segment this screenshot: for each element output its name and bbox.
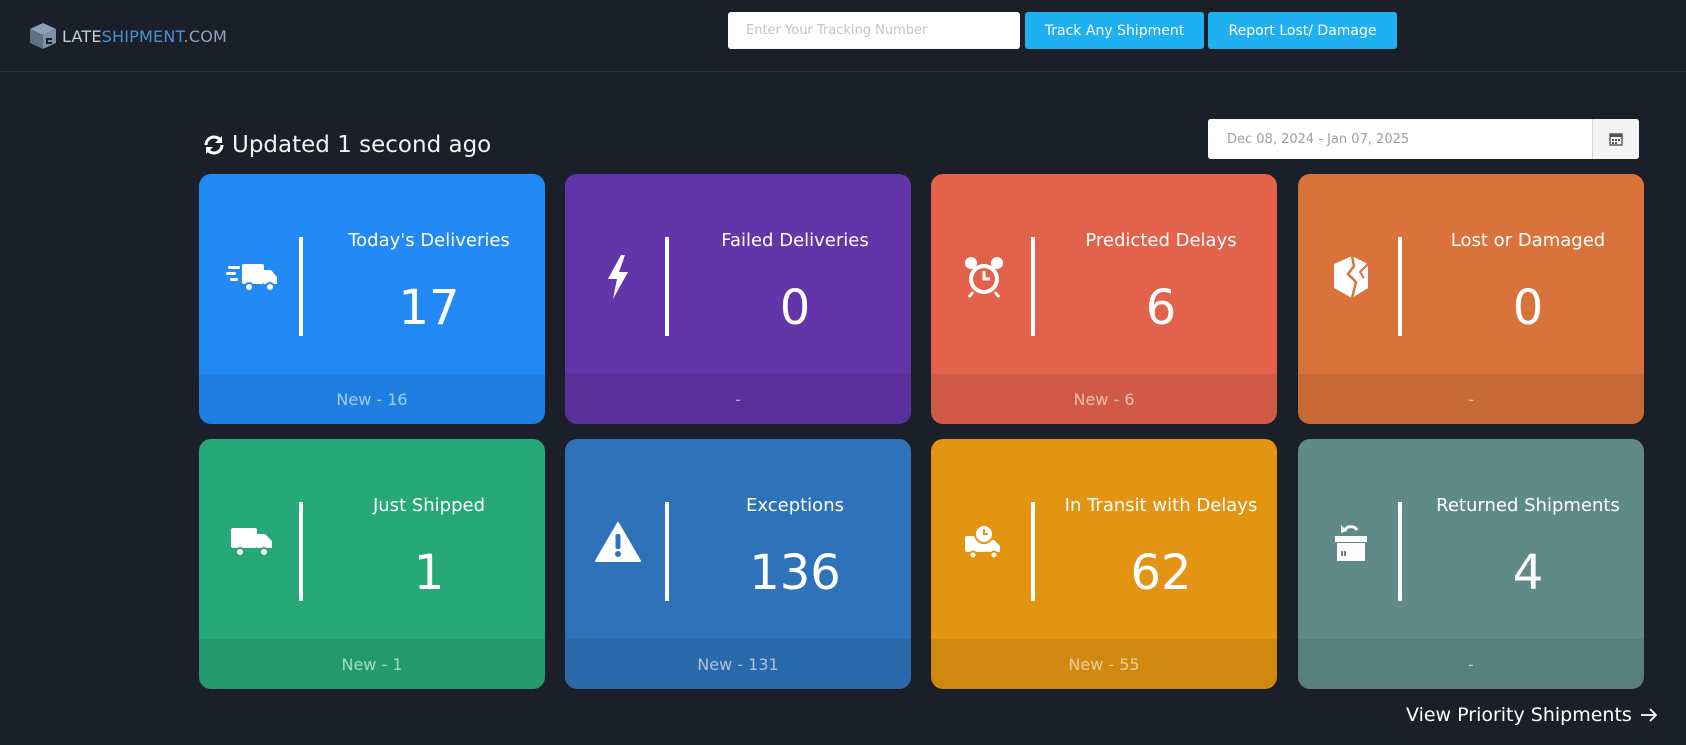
card-in-transit-with-delays[interactable]: In Transit with Delays 62 New - 55 [931,439,1277,689]
alarm-clock-icon [965,257,1003,298]
card-divider [665,502,669,601]
card-footer: - [1298,374,1644,424]
track-shipment-button[interactable]: Track Any Shipment [1025,12,1204,49]
card-footer: - [1298,639,1644,689]
delayed-truck-icon [965,524,1000,560]
date-range-picker[interactable] [1208,119,1639,159]
card-title: Today's Deliveries [348,230,510,251]
fast-truck-icon [226,264,277,292]
tracking-number-input[interactable] [728,12,1020,49]
card-value: 0 [779,280,811,336]
card-failed-deliveries[interactable]: Failed Deliveries 0 - [565,174,911,424]
card-divider [1398,237,1402,336]
card-footer: New - 6 [931,374,1277,424]
return-box-icon [1335,525,1367,561]
report-lost-damage-button[interactable]: Report Lost/ Damage [1208,12,1397,49]
logo-text-late: LATE [62,26,102,46]
calendar-button[interactable] [1592,119,1639,159]
lightning-icon [608,255,628,299]
card-divider [1398,502,1402,601]
updated-text: Updated 1 second ago [232,132,492,158]
view-priority-shipments-link[interactable]: View Priority Shipments [1406,702,1658,728]
card-footer: New - 55 [931,639,1277,689]
card-returned-shipments[interactable]: Returned Shipments 4 - [1298,439,1644,689]
card-value: 0 [1512,280,1544,336]
logo-text: LATESHIPMENT.COM [62,27,227,46]
card-value: 136 [749,545,841,601]
card-value: 17 [398,280,460,336]
card-predicted-delays[interactable]: Predicted Delays 6 New - 6 [931,174,1277,424]
card-value: 1 [413,545,445,601]
card-todays-deliveries[interactable]: Today's Deliveries 17 New - 16 [199,174,545,424]
card-title: Lost or Damaged [1450,230,1606,251]
truck-icon [231,528,272,557]
card-title: Failed Deliveries [721,230,869,251]
card-footer: New - 131 [565,639,911,689]
card-divider [1031,237,1035,336]
card-footer: New - 1 [199,639,545,689]
card-title: Predicted Delays [1085,230,1237,251]
card-footer: - [565,374,911,424]
calendar-icon [1609,133,1623,146]
box-logo-icon [30,23,56,49]
card-lost-or-damaged[interactable]: Lost or Damaged 0 - [1298,174,1644,424]
logo-text-domain: .COM [183,26,228,46]
top-bar: LATESHIPMENT.COM Track Any Shipment Repo… [0,0,1686,72]
warning-icon [595,522,641,562]
card-value: 62 [1130,545,1192,601]
broken-box-icon [1334,255,1369,299]
card-exceptions[interactable]: Exceptions 136 New - 131 [565,439,911,689]
card-divider [1031,502,1035,601]
card-title: Returned Shipments [1436,495,1620,516]
logo[interactable]: LATESHIPMENT.COM [28,21,227,51]
priority-link-label: View Priority Shipments [1406,704,1632,726]
arrow-right-icon [1640,708,1658,722]
card-value: 4 [1512,545,1544,601]
card-title: In Transit with Delays [1064,495,1258,516]
card-title: Exceptions [746,495,844,516]
card-title: Just Shipped [372,495,486,516]
card-just-shipped[interactable]: Just Shipped 1 New - 1 [199,439,545,689]
card-footer: New - 16 [199,374,545,424]
date-range-input[interactable] [1208,119,1592,159]
card-value: 6 [1145,280,1177,336]
card-divider [299,237,303,336]
last-updated-status: Updated 1 second ago [202,130,491,160]
refresh-icon[interactable] [202,133,226,157]
logo-text-shipment: SHIPMENT [101,26,184,46]
card-divider [665,237,669,336]
card-divider [299,502,303,601]
